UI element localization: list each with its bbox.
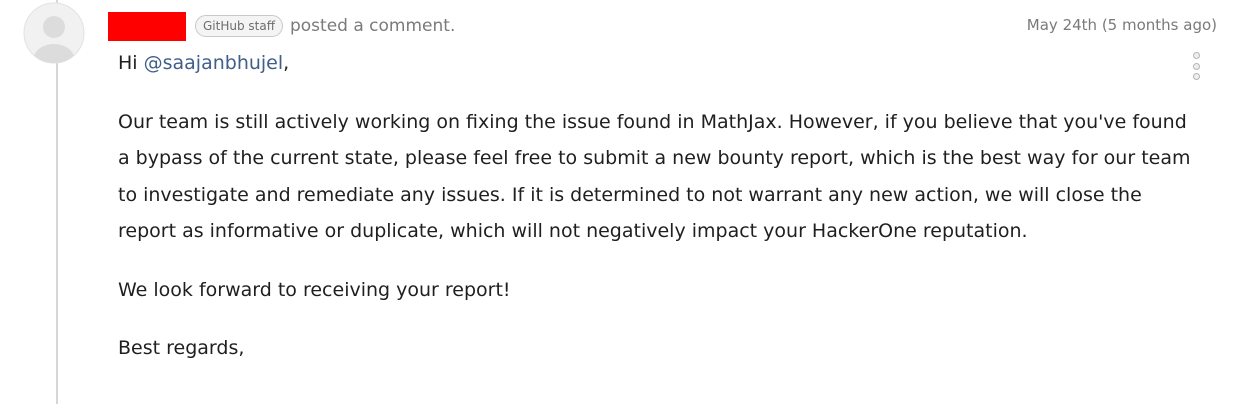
- comment-paragraph: We look forward to receiving your report…: [118, 278, 511, 301]
- comment-header: GitHub staff posted a comment.: [108, 11, 456, 41]
- greeting-suffix: ,: [283, 52, 290, 74]
- comment-closing: Best regards,: [118, 337, 245, 359]
- staff-badge: GitHub staff: [195, 15, 283, 37]
- user-mention-link[interactable]: @saajanbhujel: [144, 52, 284, 74]
- comment-timestamp[interactable]: May 24th (5 months ago): [1027, 16, 1217, 34]
- greeting-prefix: Hi: [118, 52, 144, 74]
- user-avatar-icon[interactable]: [23, 0, 85, 66]
- greeting-line: Hi @saajanbhujel,: [118, 45, 1203, 82]
- comment-paragraph: Our team is still actively working on fi…: [118, 110, 1191, 243]
- redacted-username: [108, 11, 186, 41]
- comment-body: Hi @saajanbhujel, Our team is still acti…: [118, 45, 1203, 367]
- comment-action-text: posted a comment.: [289, 16, 456, 36]
